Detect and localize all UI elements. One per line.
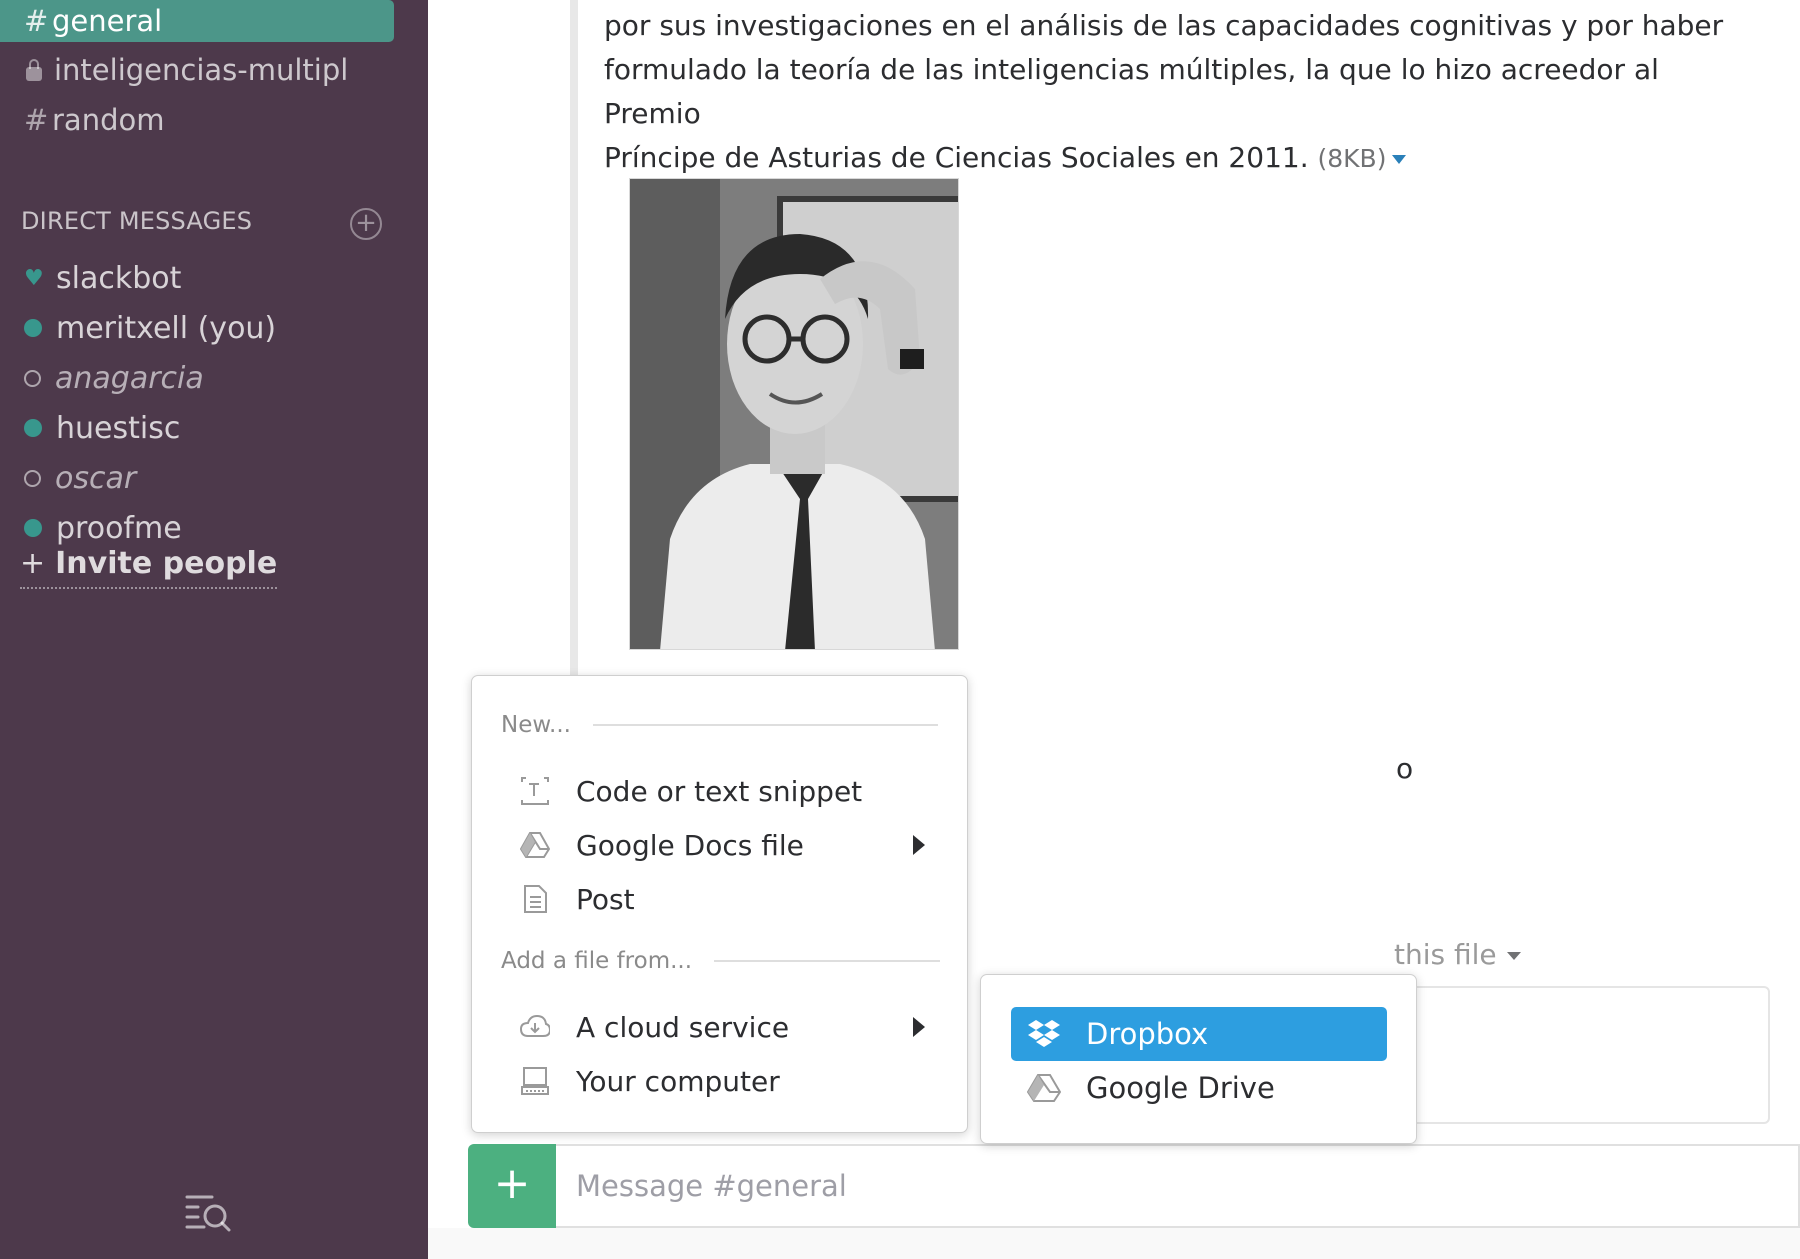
dm-slackbot[interactable]: ♥ slackbot <box>24 257 181 299</box>
dm-proofme[interactable]: proofme <box>24 507 182 549</box>
dropbox-icon <box>1028 1020 1060 1047</box>
attached-photo[interactable] <box>629 178 959 650</box>
message-line: Príncipe de Asturias de Ciencias Sociale… <box>604 136 1754 181</box>
chevron-down-icon <box>1506 952 1521 960</box>
message-line: por sus investigaciones en el análisis d… <box>604 9 1724 42</box>
dm-meritxell[interactable]: meritxell (you) <box>24 307 276 349</box>
message-line: formulado la teoría de las inteligencias… <box>604 53 1659 130</box>
post-icon <box>524 885 547 913</box>
menu-item-cloud-service[interactable]: A cloud service <box>472 1002 967 1052</box>
menu-item-google-drive[interactable]: Google Drive <box>1011 1061 1387 1115</box>
menu-divider <box>593 724 938 726</box>
sidebar-channel-random[interactable]: # random <box>0 99 164 141</box>
presence-online-icon <box>24 519 42 537</box>
computer-icon <box>521 1067 549 1095</box>
channel-hash: # <box>24 103 49 137</box>
cloud-download-icon <box>520 1014 550 1037</box>
menu-heading-new: New... <box>501 712 938 738</box>
thread-bar <box>570 0 578 690</box>
file-upload-menu: New... Code or text snippet Google Docs … <box>471 675 968 1133</box>
cloud-service-submenu: Dropbox Google Drive <box>980 974 1417 1144</box>
menu-item-post[interactable]: Post <box>472 874 967 924</box>
menu-item-dropbox[interactable]: Dropbox <box>1011 1007 1387 1061</box>
direct-messages-heading[interactable]: DIRECT MESSAGES <box>21 207 252 235</box>
file-preview-box: l <box>1400 986 1770 1124</box>
sidebar-channel-general[interactable]: # general <box>0 0 394 42</box>
submenu-arrow-icon <box>913 1017 925 1037</box>
snippet-icon <box>521 777 549 805</box>
heart-icon: ♥ <box>24 265 44 291</box>
dm-anagarcia[interactable]: anagarcia <box>24 357 204 399</box>
menu-item-google-docs[interactable]: Google Docs file <box>472 820 967 870</box>
menu-item-your-computer[interactable]: Your computer <box>472 1056 967 1106</box>
menu-divider <box>714 960 941 962</box>
add-direct-message-icon[interactable]: + <box>350 208 382 240</box>
portrait-image <box>630 179 958 649</box>
message-input[interactable] <box>556 1144 1800 1228</box>
presence-online-icon <box>24 319 42 337</box>
file-upload-button[interactable]: + <box>468 1144 556 1228</box>
plus-icon: + <box>20 546 46 581</box>
dm-huestisc[interactable]: huestisc <box>24 407 180 449</box>
menu-item-code-snippet[interactable]: Code or text snippet <box>472 766 967 816</box>
presence-online-icon <box>24 419 42 437</box>
channel-name: inteligencias-multipl <box>54 53 349 87</box>
expand-caret-icon[interactable] <box>1392 154 1407 164</box>
channel-hash: # <box>24 4 49 38</box>
share-file-link[interactable]: this file <box>1394 938 1521 971</box>
message-composer: + <box>468 1144 1800 1228</box>
sidebar: # general inteligencias-multipl # random… <box>0 0 428 1259</box>
file-size: (8KB) <box>1317 144 1387 173</box>
menu-heading-add-file: Add a file from... <box>501 948 941 974</box>
channel-name: general <box>52 4 163 38</box>
google-drive-icon <box>520 832 550 858</box>
submenu-arrow-icon <box>913 835 925 855</box>
presence-offline-icon <box>24 469 41 487</box>
lock-icon <box>26 59 42 81</box>
sidebar-channel-inteligencias-multipl[interactable]: inteligencias-multipl <box>0 49 348 91</box>
obscured-text: o <box>1396 752 1414 785</box>
message-text: por sus investigaciones en el análisis d… <box>604 4 1754 181</box>
search-list-icon[interactable] <box>184 1192 234 1232</box>
channel-name: random <box>52 103 165 137</box>
footer-strip <box>428 1228 1800 1259</box>
dm-oscar[interactable]: oscar <box>24 457 136 499</box>
presence-offline-icon <box>24 369 41 387</box>
google-drive-icon <box>1027 1074 1061 1102</box>
invite-people-link[interactable]: + Invite people <box>20 546 278 589</box>
